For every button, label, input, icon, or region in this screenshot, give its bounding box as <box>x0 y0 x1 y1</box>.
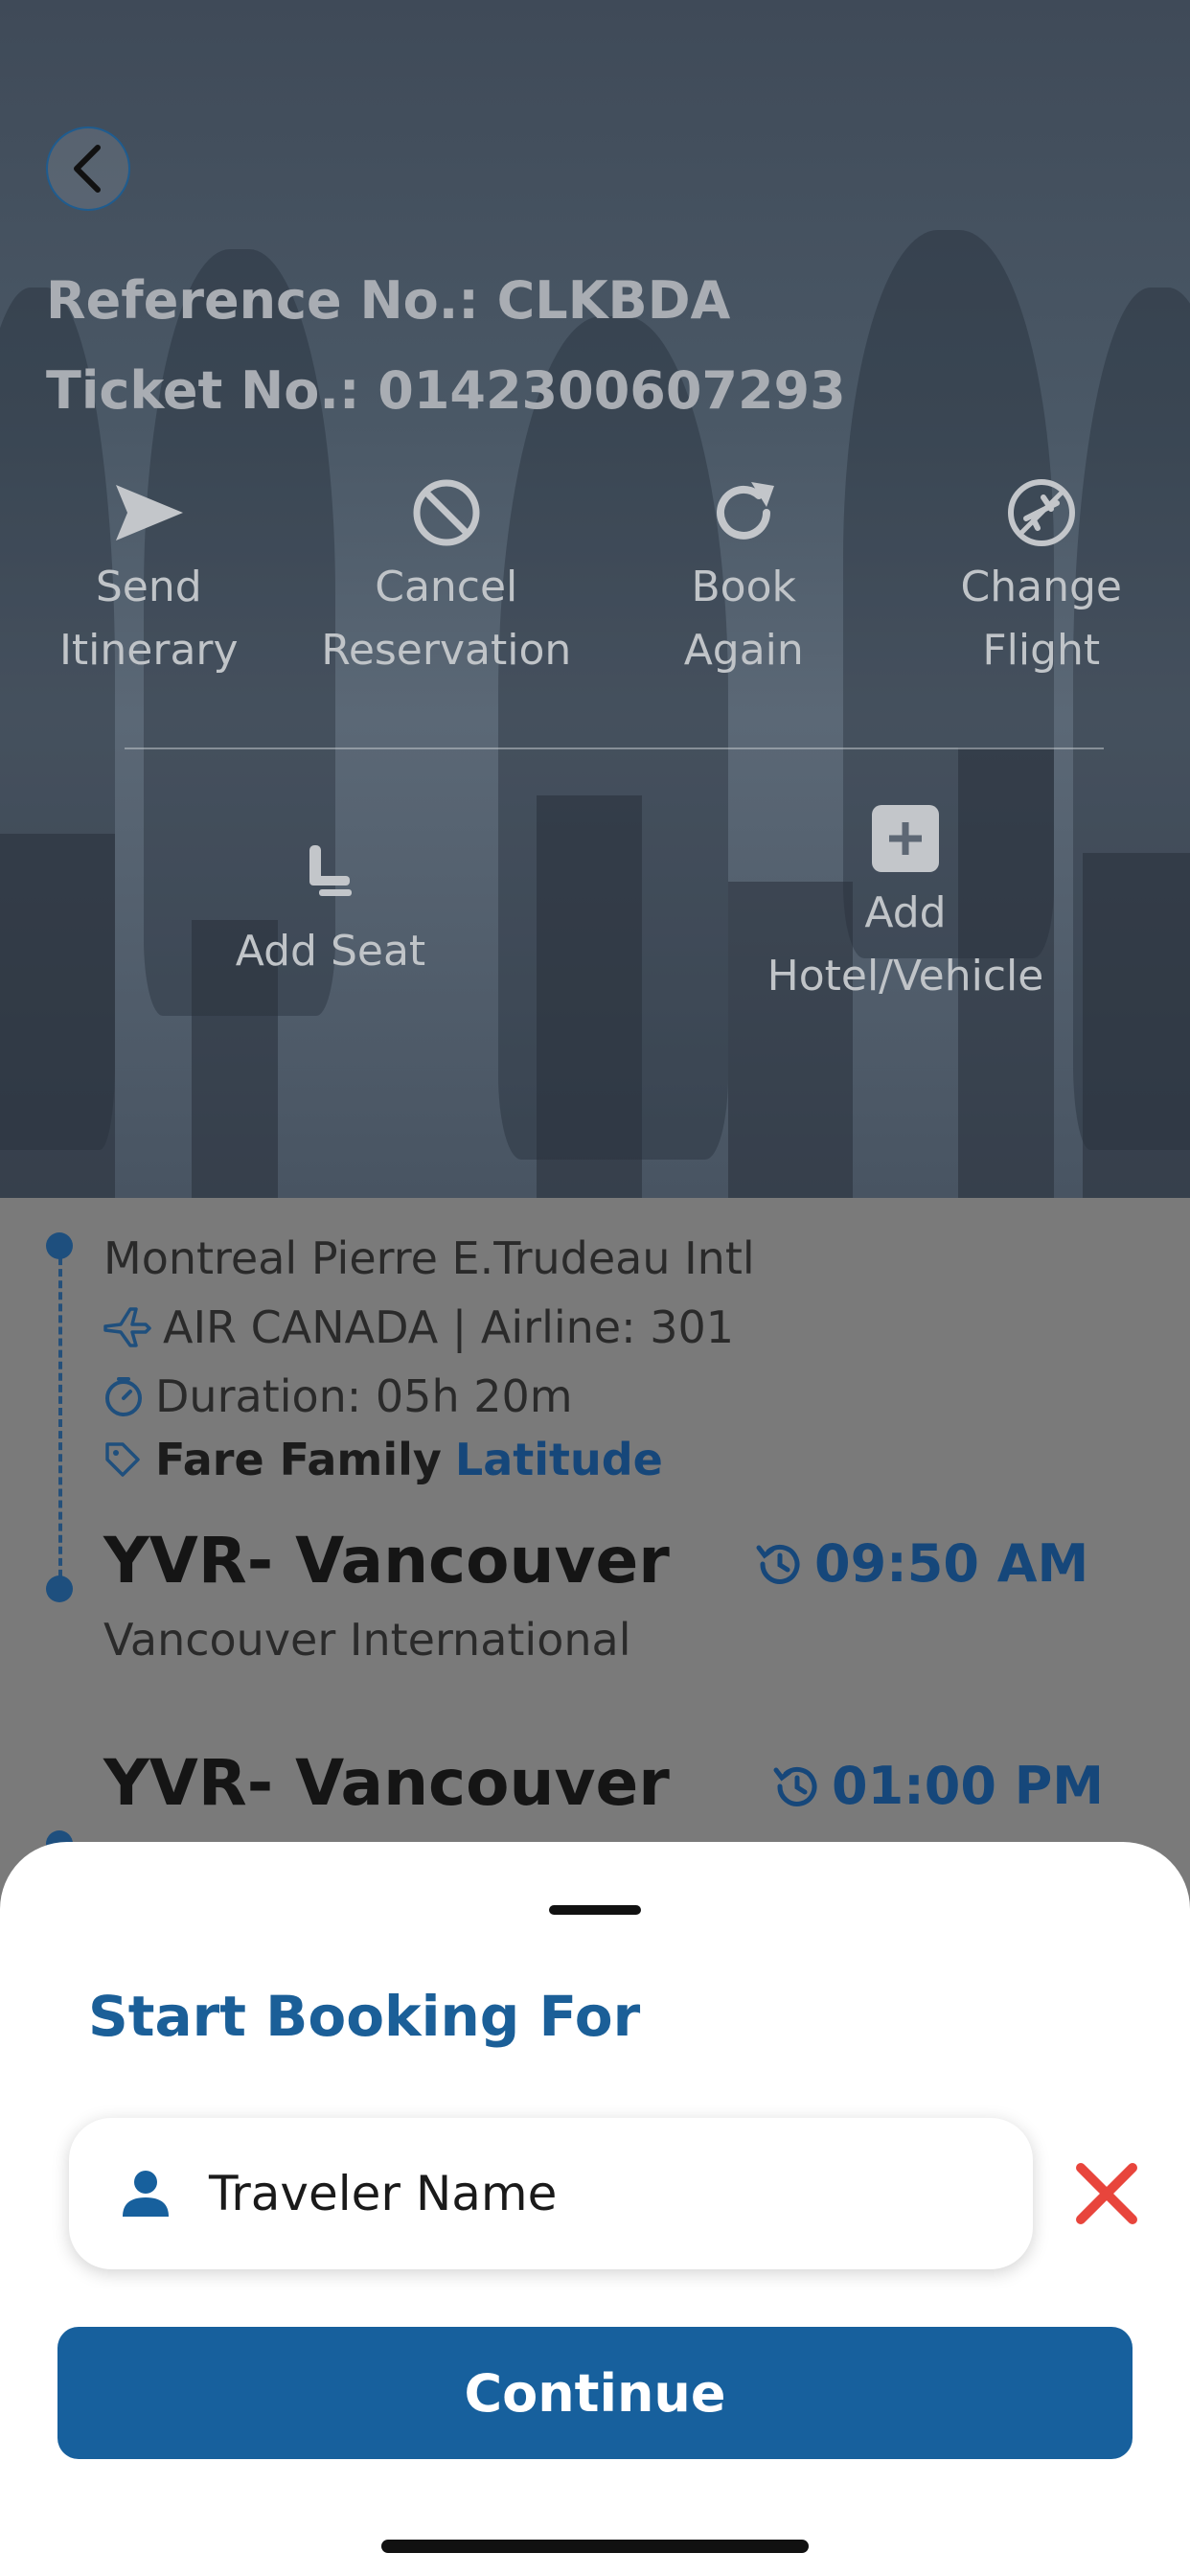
next-time-row: 01:00 PM <box>770 1756 1104 1816</box>
next-city: YVR- Vancouver <box>103 1746 670 1820</box>
timeline-dot-departure <box>46 1232 73 1259</box>
tag-icon <box>105 1442 140 1477</box>
history-icon <box>773 1766 817 1806</box>
divider <box>125 748 1104 749</box>
history-icon <box>756 1544 800 1584</box>
arrival-city: YVR- Vancouver <box>103 1524 670 1598</box>
add-seat-button[interactable]: Add Seat <box>220 824 441 983</box>
change-flight-button[interactable]: Change Flight <box>893 470 1190 700</box>
traveler-name-text: Traveler Name <box>209 2166 558 2221</box>
change-flight-icon <box>1007 479 1075 546</box>
home-indicator <box>381 2540 809 2553</box>
duration-row: Duration: 05h 20m <box>102 1370 573 1422</box>
airline-row: AIR CANADA | Airline: 301 <box>102 1301 734 1353</box>
add-seat-label: Add Seat <box>235 927 426 976</box>
arrival-airport: Vancouver International <box>103 1614 631 1666</box>
send-itinerary-label-1: Send <box>95 563 202 611</box>
departure-airport: Montreal Pierre E.Trudeau Intl <box>103 1232 755 1284</box>
fare-family-row: Fare Family Latitude <box>103 1434 663 1485</box>
timeline-line <box>58 1246 62 1589</box>
sheet-drag-handle[interactable] <box>549 1905 641 1915</box>
continue-button[interactable]: Continue <box>57 2327 1133 2459</box>
next-time: 01:00 PM <box>832 1756 1105 1816</box>
fare-family-label: Fare Family <box>155 1434 442 1485</box>
close-icon[interactable] <box>1071 2158 1142 2229</box>
fare-family-value: Latitude <box>454 1434 663 1485</box>
ticket-number: Ticket No.: 0142300607293 <box>46 360 846 421</box>
cancel-reservation-button[interactable]: Cancel Reservation <box>298 470 596 700</box>
add-hotel-label-2: Hotel/Vehicle <box>767 952 1044 1000</box>
cancel-reservation-label-2: Reservation <box>321 626 572 675</box>
action-row: Send Itinerary Cancel Reservation Book A… <box>0 470 1190 700</box>
plus-box-icon <box>872 805 939 872</box>
change-flight-label-2: Flight <box>982 626 1101 675</box>
chevron-left-icon <box>74 145 101 193</box>
send-icon <box>116 485 184 540</box>
reference-number: Reference No.: CLKBDA <box>46 270 731 331</box>
timer-icon <box>105 1377 142 1416</box>
plane-icon <box>103 1307 151 1347</box>
send-itinerary-label-2: Itinerary <box>58 626 239 675</box>
book-again-label-1: Book <box>691 563 796 611</box>
change-flight-label-1: Change <box>960 563 1122 611</box>
cancel-icon <box>413 479 480 546</box>
refresh-icon <box>717 482 775 540</box>
add-hotel-vehicle-button[interactable]: Add Hotel/Vehicle <box>738 795 1073 1008</box>
add-hotel-label-1: Add <box>864 888 947 937</box>
send-itinerary-button[interactable]: Send Itinerary <box>0 470 298 700</box>
arrival-time: 09:50 AM <box>814 1533 1089 1594</box>
cancel-reservation-label-1: Cancel <box>375 563 518 611</box>
seat-icon <box>309 845 352 896</box>
timeline-dot-arrival <box>46 1576 73 1602</box>
back-button[interactable] <box>46 126 130 211</box>
sheet-title: Start Booking For <box>88 1984 641 2049</box>
person-icon <box>123 2171 169 2217</box>
book-again-button[interactable]: Book Again <box>595 470 893 700</box>
book-again-label-2: Again <box>683 626 804 675</box>
traveler-name-field[interactable]: Traveler Name <box>69 2118 1033 2269</box>
duration-text: Duration: 05h 20m <box>155 1370 573 1422</box>
airline-text: AIR CANADA | Airline: 301 <box>163 1301 735 1353</box>
arrival-time-row: 09:50 AM <box>753 1533 1088 1594</box>
